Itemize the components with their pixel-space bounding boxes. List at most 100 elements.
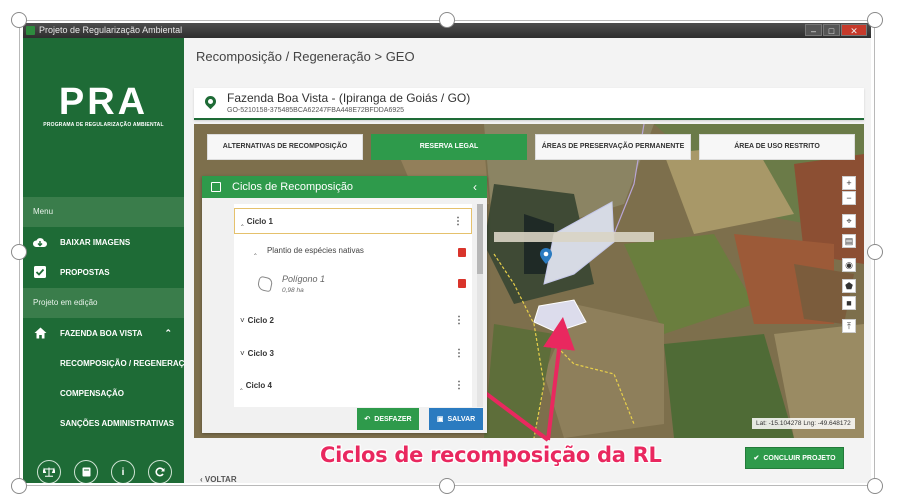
save-button[interactable]: ▣ SALVAR	[429, 408, 483, 430]
chevron-down-icon: ˅	[240, 315, 245, 325]
collapse-panel-icon[interactable]: ‹	[473, 176, 477, 198]
method-item[interactable]: ‸ Plantio de espécies nativas	[254, 246, 364, 255]
pra-logo: PRA PROGRAMA DE REGULARIZAÇÃO AMBIENTAL	[23, 83, 184, 128]
undo-icon: ↶	[364, 416, 371, 423]
fullscreen-icon[interactable]: ⌖	[842, 214, 856, 228]
resize-handle[interactable]	[867, 12, 883, 28]
trash-icon[interactable]	[458, 279, 466, 288]
zoom-out-button[interactable]: −	[842, 191, 856, 205]
draw-polygon-icon[interactable]: ⬟	[842, 279, 856, 293]
kebab-menu-icon[interactable]: ⋮	[453, 216, 463, 227]
finish-project-button[interactable]: ✔ CONCLUIR PROJETO	[745, 447, 844, 469]
satellite-map[interactable]: ALTERNATIVAS DE RECOMPOSIÇÃO RESERVA LEG…	[194, 124, 864, 438]
sidebar-item-fazenda[interactable]: FAZENDA BOA VISTA ⌃	[23, 318, 184, 348]
app-icon	[26, 26, 35, 35]
chevron-down-icon: ˅	[240, 348, 245, 358]
polygon-area: 0,98 ha	[282, 287, 304, 294]
home-icon	[33, 326, 47, 340]
undo-button[interactable]: ↶ DESFAZER	[357, 408, 419, 430]
kebab-menu-icon[interactable]: ⋮	[454, 315, 464, 326]
upload-icon[interactable]: ⤒	[842, 319, 856, 333]
layers-icon[interactable]: ▤	[842, 234, 856, 248]
tab-app[interactable]: ÁREAS DE PRESERVAÇÃO PERMANENTE	[535, 134, 691, 160]
kebab-menu-icon[interactable]: ⋮	[454, 380, 464, 391]
sidebar-subitem-sancoes[interactable]: SANÇÕES ADMINISTRATIVAS	[23, 408, 184, 438]
breadcrumb: Recomposição / Regeneração > GEO	[196, 49, 415, 64]
location-marker-icon[interactable]	[540, 248, 552, 264]
sidebar: PRA PROGRAMA DE REGULARIZAÇÃO AMBIENTAL …	[23, 38, 184, 483]
cloud-download-icon	[33, 235, 47, 249]
cycle-item[interactable]: ˅ Ciclo 2 ⋮	[234, 307, 472, 333]
cycles-panel: Ciclos de Recomposição ‹ ‸ Ciclo 1 ⋮ ‸ P…	[202, 176, 487, 433]
window-controls: – □ ✕	[804, 24, 867, 37]
check-icon: ✔	[753, 455, 760, 462]
floppy-disk-icon: ▣	[436, 416, 444, 423]
info-icon[interactable]: i	[111, 460, 135, 483]
resize-handle[interactable]	[11, 244, 27, 260]
tab-uso-restrito[interactable]: ÁREA DE USO RESTRITO	[699, 134, 855, 160]
logo-full-name: PROGRAMA DE REGULARIZAÇÃO AMBIENTAL	[43, 122, 164, 128]
scrollbar-thumb[interactable]	[477, 204, 483, 274]
resize-handle[interactable]	[439, 12, 455, 28]
checkbox-icon	[33, 265, 47, 279]
cycles-panel-header: Ciclos de Recomposição ‹	[202, 176, 487, 198]
map-tabs: ALTERNATIVAS DE RECOMPOSIÇÃO RESERVA LEG…	[207, 134, 855, 160]
logo-acronym: PRA	[58, 81, 149, 123]
resize-handle[interactable]	[867, 478, 883, 494]
book-icon[interactable]	[74, 460, 98, 483]
tab-alternativas[interactable]: ALTERNATIVAS DE RECOMPOSIÇÃO	[207, 134, 363, 160]
close-button[interactable]: ✕	[841, 24, 867, 36]
chevron-up-icon: ‸	[254, 246, 257, 255]
cycle-label: Ciclo 2	[247, 315, 274, 325]
sidebar-subitem-recomposicao[interactable]: RECOMPOSIÇÃO / REGENERAÇÃO	[23, 348, 184, 378]
cycles-list: ‸ Ciclo 1 ⋮ ‸ Plantio de espécies nativa…	[234, 204, 472, 407]
annotation-caption: Ciclos de recomposição da RL	[320, 443, 662, 467]
sidebar-section-project: Projeto em edição	[23, 288, 184, 318]
cycles-scrollbar[interactable]	[477, 204, 483, 407]
window-title: Projeto de Regularização Ambiental	[39, 25, 183, 35]
sidebar-footer: i	[37, 460, 172, 483]
back-label: VOLTAR	[204, 475, 237, 483]
cycle-label: Ciclo 4	[245, 380, 272, 390]
farm-code: GO-5210158-375485BCA62247FBA448E72BFDDA6…	[227, 107, 405, 114]
polygon-icon	[256, 275, 274, 293]
sidebar-item-label: FAZENDA BOA VISTA	[60, 328, 143, 338]
refresh-icon[interactable]	[148, 460, 172, 483]
chevron-up-icon[interactable]: ⌃	[164, 328, 172, 339]
cycles-panel-body: ‸ Ciclo 1 ⋮ ‸ Plantio de espécies nativa…	[202, 198, 487, 433]
maximize-button[interactable]: □	[823, 24, 840, 36]
draw-rectangle-icon[interactable]: ■	[842, 296, 856, 310]
back-button[interactable]: ‹ VOLTAR	[200, 475, 237, 483]
sidebar-section-menu: Menu	[23, 197, 184, 227]
screenshot-stage: Projeto de Regularização Ambiental – □ ✕…	[0, 0, 906, 504]
map-pin-icon	[202, 93, 219, 110]
chevron-up-icon: ‸	[240, 380, 243, 390]
sidebar-item-propostas[interactable]: PROPOSTAS	[23, 257, 184, 287]
resize-handle[interactable]	[867, 244, 883, 260]
cycle-item[interactable]: ˅ Ciclo 3 ⋮	[234, 340, 472, 366]
kebab-menu-icon[interactable]: ⋮	[454, 348, 464, 359]
cycle-item[interactable]: ‸ Ciclo 4 ⋮	[234, 372, 472, 398]
scale-icon[interactable]	[37, 460, 61, 483]
farm-header: Fazenda Boa Vista - (Ipiranga de Goiás /…	[194, 88, 864, 120]
minimize-button[interactable]: –	[805, 24, 822, 36]
save-label: SALVAR	[447, 415, 476, 423]
calendar-icon	[211, 182, 221, 192]
zoom-in-button[interactable]: +	[842, 176, 856, 190]
sidebar-item-label: BAIXAR IMAGENS	[60, 237, 131, 247]
sidebar-subitem-compensacao[interactable]: COMPENSAÇÃO	[23, 378, 184, 408]
finish-label: CONCLUIR PROJETO	[763, 454, 836, 462]
sidebar-item-baixar-imagens[interactable]: BAIXAR IMAGENS	[23, 227, 184, 257]
farm-name: Fazenda Boa Vista - (Ipiranga de Goiás /…	[227, 91, 471, 105]
resize-handle[interactable]	[439, 478, 455, 494]
map-coordinates: Lat: -15.104278 Lng: -49.648172	[752, 418, 855, 429]
resize-handle[interactable]	[11, 12, 27, 28]
chevron-up-icon: ‸	[241, 216, 244, 226]
locate-icon[interactable]: ◉	[842, 258, 856, 272]
tab-reserva-legal[interactable]: RESERVA LEGAL	[371, 134, 527, 160]
main-content: Recomposição / Regeneração > GEO Fazenda…	[184, 38, 871, 483]
cycle-item[interactable]: ‸ Ciclo 1 ⋮	[234, 208, 472, 234]
polygon-name[interactable]: Polígono 1	[282, 274, 325, 284]
trash-icon[interactable]	[458, 248, 466, 257]
resize-handle[interactable]	[11, 478, 27, 494]
